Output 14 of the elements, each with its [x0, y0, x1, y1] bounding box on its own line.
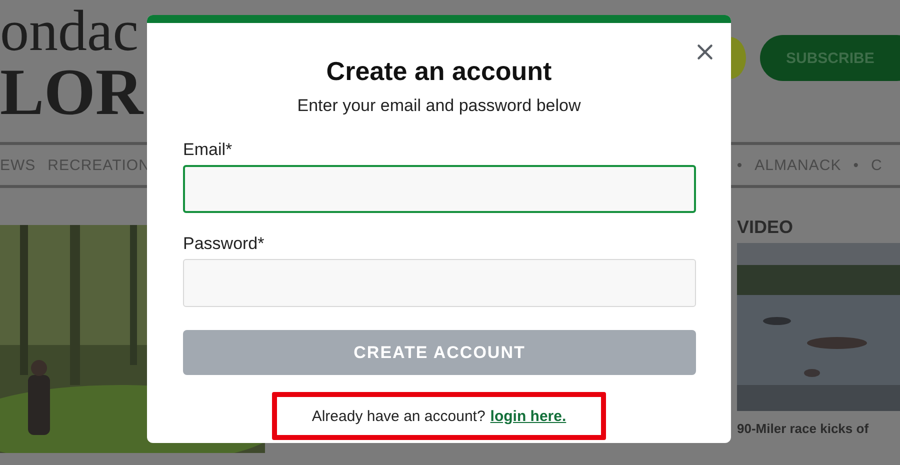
video-caption[interactable]: 90-Miler race kicks of — [737, 421, 900, 436]
separator-dot: • — [853, 156, 859, 174]
login-link[interactable]: login here. — [490, 408, 566, 424]
field-label: Password* — [183, 234, 266, 255]
login-prompt: Already have an account? — [312, 408, 486, 424]
logo-text: ondac — [0, 0, 140, 62]
field-label: Email* — [183, 140, 234, 161]
section-heading: VIDEO — [737, 216, 794, 239]
close-icon[interactable] — [696, 43, 714, 61]
logo-text: LOR — [0, 62, 144, 124]
separator-dot: • — [736, 156, 743, 174]
dialog-title: Create an account — [325, 56, 553, 87]
dialog-subtitle: Enter your email and password below — [296, 96, 582, 116]
input-field[interactable] — [183, 165, 696, 213]
